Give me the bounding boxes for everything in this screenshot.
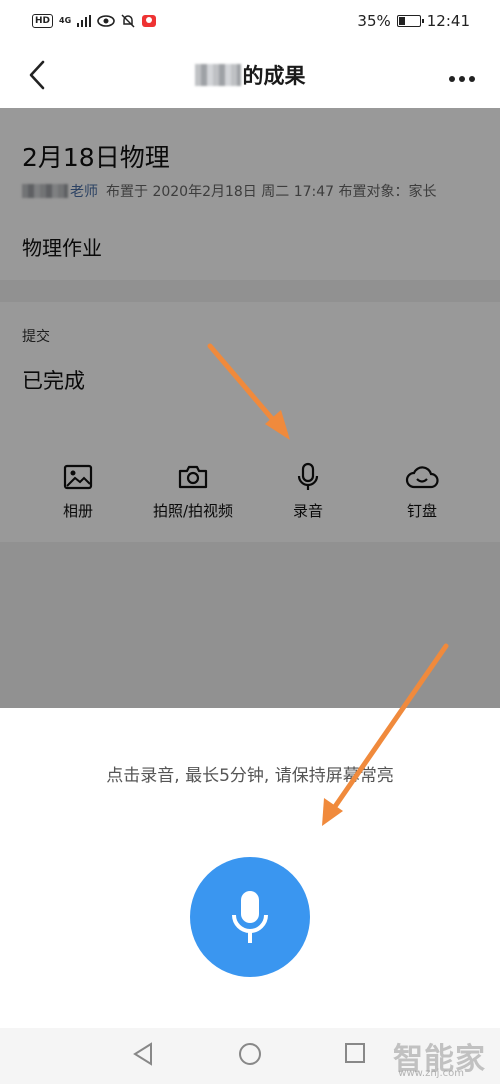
microphone-icon <box>232 891 268 943</box>
back-button[interactable] <box>22 58 52 92</box>
clock: 12:41 <box>426 12 470 30</box>
record-hint: 点击录音, 最长5分钟, 请保持屏幕常亮 <box>106 766 394 786</box>
more-dots-icon <box>449 76 475 82</box>
battery-percent: 35% <box>357 12 391 30</box>
mute-bell-icon <box>121 14 135 28</box>
signal-icon <box>77 15 92 27</box>
sys-home-button[interactable] <box>238 1042 262 1070</box>
eye-icon <box>97 15 115 27</box>
sys-recents-button[interactable] <box>344 1042 366 1068</box>
status-bar: HD 4G 35% 12:41 <box>0 0 500 42</box>
status-left: HD 4G <box>32 14 157 28</box>
nav-bar: 的成果 <box>0 42 500 108</box>
more-button[interactable] <box>448 66 476 84</box>
blurred-name <box>194 64 241 86</box>
page-title-suffix: 的成果 <box>242 64 306 88</box>
triangle-back-icon <box>133 1042 152 1066</box>
network-type: 4G <box>59 16 72 25</box>
hd-badge: HD <box>32 14 54 28</box>
chevron-left-icon <box>29 60 45 90</box>
status-right: 35% 12:41 <box>357 12 470 30</box>
sys-back-button[interactable] <box>132 1042 154 1070</box>
record-button[interactable] <box>190 857 310 977</box>
app-notification-icon <box>142 15 157 27</box>
battery-fill <box>398 17 406 25</box>
square-recents-icon <box>345 1043 365 1063</box>
dim-overlay[interactable] <box>0 108 500 708</box>
circle-home-icon <box>239 1043 261 1065</box>
battery-icon <box>396 15 424 27</box>
page-title: 的成果 <box>194 60 306 90</box>
watermark-url: www.znj.com <box>398 1068 464 1079</box>
